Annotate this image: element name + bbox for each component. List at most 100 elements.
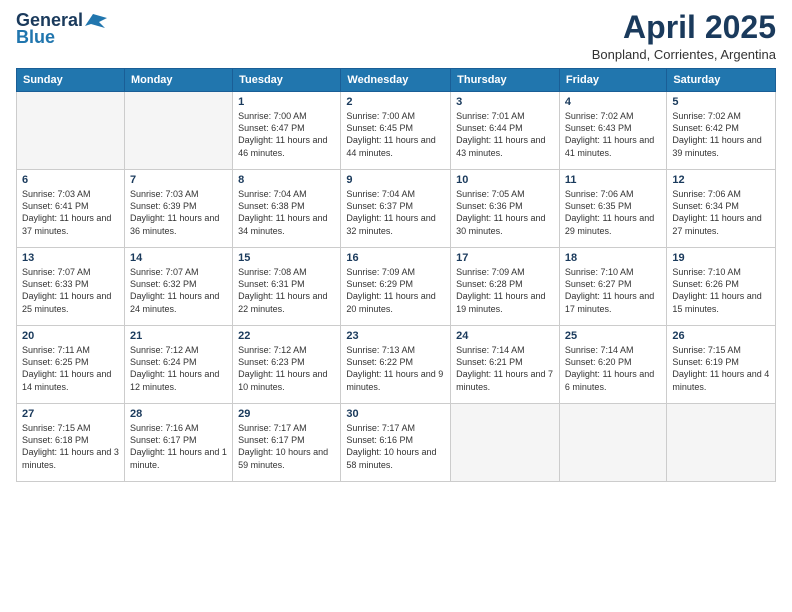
day-detail: Sunrise: 7:06 AM Sunset: 6:35 PM Dayligh…: [565, 188, 661, 237]
day-detail: Sunrise: 7:03 AM Sunset: 6:39 PM Dayligh…: [130, 188, 227, 237]
calendar-week-2: 6Sunrise: 7:03 AM Sunset: 6:41 PM Daylig…: [17, 170, 776, 248]
day-number: 7: [130, 174, 227, 186]
day-number: 11: [565, 174, 661, 186]
day-detail: Sunrise: 7:07 AM Sunset: 6:32 PM Dayligh…: [130, 266, 227, 315]
calendar-cell: 19 Sunrise: 7:10 AM Sunset: 6:26 PM Dayli…: [667, 248, 776, 326]
day-detail: Sunrise: 7:17 AM Sunset: 6:16 PM Dayligh…: [346, 422, 445, 471]
weekday-header-friday: Friday: [559, 69, 666, 92]
calendar-cell: [559, 404, 666, 482]
calendar-cell: [667, 404, 776, 482]
day-detail: Sunrise: 7:02 AM Sunset: 6:43 PM Dayligh…: [565, 110, 661, 159]
calendar-cell: 9Sunrise: 7:04 AM Sunset: 6:37 PM Daylig…: [341, 170, 451, 248]
weekday-header-row: SundayMondayTuesdayWednesdayThursdayFrid…: [17, 69, 776, 92]
day-number: 26: [672, 330, 770, 342]
calendar-cell: 25 Sunrise: 7:14 AM Sunset: 6:20 PM Dayli…: [559, 326, 666, 404]
day-number: 18: [565, 252, 661, 264]
calendar-cell: 24 Sunrise: 7:14 AM Sunset: 6:21 PM Dayli…: [451, 326, 560, 404]
day-detail: Sunrise: 7:11 AM Sunset: 6:25 PM Dayligh…: [22, 344, 119, 393]
header: General Blue April 2025 Bonpland, Corrie…: [16, 10, 776, 62]
day-detail: Sunrise: 7:12 AM Sunset: 6:23 PM Dayligh…: [238, 344, 335, 393]
day-number: 29: [238, 408, 335, 420]
day-detail: Sunrise: 7:14 AM Sunset: 6:20 PM Dayligh…: [565, 344, 661, 393]
day-detail: Sunrise: 7:00 AM Sunset: 6:47 PM Dayligh…: [238, 110, 335, 159]
day-number: 28: [130, 408, 227, 420]
calendar-cell: 30Sunrise: 7:17 AM Sunset: 6:16 PM Dayli…: [341, 404, 451, 482]
calendar-week-4: 20 Sunrise: 7:11 AM Sunset: 6:25 PM Dayli…: [17, 326, 776, 404]
day-detail: Sunrise: 7:14 AM Sunset: 6:21 PM Dayligh…: [456, 344, 554, 393]
logo-blue: Blue: [16, 27, 107, 48]
calendar-cell: 18 Sunrise: 7:10 AM Sunset: 6:27 PM Dayli…: [559, 248, 666, 326]
calendar-cell: 20 Sunrise: 7:11 AM Sunset: 6:25 PM Dayli…: [17, 326, 125, 404]
logo-name: General Blue: [16, 10, 107, 48]
calendar-cell: 8 Sunrise: 7:04 AM Sunset: 6:38 PM Daylig…: [233, 170, 341, 248]
day-detail: Sunrise: 7:15 AM Sunset: 6:19 PM Dayligh…: [672, 344, 770, 393]
day-detail: Sunrise: 7:00 AM Sunset: 6:45 PM Dayligh…: [346, 110, 445, 159]
weekday-header-thursday: Thursday: [451, 69, 560, 92]
day-number: 5: [672, 96, 770, 108]
day-number: 8: [238, 174, 335, 186]
calendar-cell: 14Sunrise: 7:07 AM Sunset: 6:32 PM Dayli…: [124, 248, 232, 326]
calendar-cell: 22 Sunrise: 7:12 AM Sunset: 6:23 PM Dayli…: [233, 326, 341, 404]
day-detail: Sunrise: 7:06 AM Sunset: 6:34 PM Dayligh…: [672, 188, 770, 237]
weekday-header-tuesday: Tuesday: [233, 69, 341, 92]
calendar-cell: 21 Sunrise: 7:12 AM Sunset: 6:24 PM Dayli…: [124, 326, 232, 404]
day-detail: Sunrise: 7:08 AM Sunset: 6:31 PM Dayligh…: [238, 266, 335, 315]
calendar-cell: [451, 404, 560, 482]
calendar-week-5: 27 Sunrise: 7:15 AM Sunset: 6:18 PM Dayli…: [17, 404, 776, 482]
calendar-cell: 16 Sunrise: 7:09 AM Sunset: 6:29 PM Dayli…: [341, 248, 451, 326]
calendar-cell: 23Sunrise: 7:13 AM Sunset: 6:22 PM Dayli…: [341, 326, 451, 404]
day-number: 24: [456, 330, 554, 342]
calendar-cell: 2 Sunrise: 7:00 AM Sunset: 6:45 PM Daylig…: [341, 92, 451, 170]
day-detail: Sunrise: 7:09 AM Sunset: 6:29 PM Dayligh…: [346, 266, 445, 315]
page-container: General Blue April 2025 Bonpland, Corrie…: [0, 0, 792, 490]
day-number: 22: [238, 330, 335, 342]
location-title: Bonpland, Corrientes, Argentina: [592, 47, 776, 62]
day-number: 21: [130, 330, 227, 342]
day-number: 13: [22, 252, 119, 264]
day-number: 16: [346, 252, 445, 264]
day-number: 25: [565, 330, 661, 342]
day-detail: Sunrise: 7:10 AM Sunset: 6:27 PM Dayligh…: [565, 266, 661, 315]
day-detail: Sunrise: 7:10 AM Sunset: 6:26 PM Dayligh…: [672, 266, 770, 315]
calendar-cell: 5Sunrise: 7:02 AM Sunset: 6:42 PM Daylig…: [667, 92, 776, 170]
day-number: 2: [346, 96, 445, 108]
day-number: 12: [672, 174, 770, 186]
day-number: 4: [565, 96, 661, 108]
logo: General Blue: [16, 10, 107, 48]
calendar-cell: 6Sunrise: 7:03 AM Sunset: 6:41 PM Daylig…: [17, 170, 125, 248]
day-number: 19: [672, 252, 770, 264]
calendar-cell: 1 Sunrise: 7:00 AM Sunset: 6:47 PM Daylig…: [233, 92, 341, 170]
calendar-cell: [124, 92, 232, 170]
day-detail: Sunrise: 7:12 AM Sunset: 6:24 PM Dayligh…: [130, 344, 227, 393]
calendar-week-3: 13Sunrise: 7:07 AM Sunset: 6:33 PM Dayli…: [17, 248, 776, 326]
calendar-cell: 3Sunrise: 7:01 AM Sunset: 6:44 PM Daylig…: [451, 92, 560, 170]
calendar-cell: 15 Sunrise: 7:08 AM Sunset: 6:31 PM Dayli…: [233, 248, 341, 326]
weekday-header-sunday: Sunday: [17, 69, 125, 92]
weekday-header-saturday: Saturday: [667, 69, 776, 92]
calendar-cell: 26 Sunrise: 7:15 AM Sunset: 6:19 PM Dayli…: [667, 326, 776, 404]
day-detail: Sunrise: 7:09 AM Sunset: 6:28 PM Dayligh…: [456, 266, 554, 315]
calendar-cell: 17 Sunrise: 7:09 AM Sunset: 6:28 PM Dayli…: [451, 248, 560, 326]
calendar-cell: 4 Sunrise: 7:02 AM Sunset: 6:43 PM Daylig…: [559, 92, 666, 170]
day-detail: Sunrise: 7:05 AM Sunset: 6:36 PM Dayligh…: [456, 188, 554, 237]
day-detail: Sunrise: 7:13 AM Sunset: 6:22 PM Dayligh…: [346, 344, 445, 393]
calendar-cell: 12 Sunrise: 7:06 AM Sunset: 6:34 PM Dayli…: [667, 170, 776, 248]
weekday-header-monday: Monday: [124, 69, 232, 92]
calendar-cell: 29Sunrise: 7:17 AM Sunset: 6:17 PM Dayli…: [233, 404, 341, 482]
day-number: 27: [22, 408, 119, 420]
month-title: April 2025: [592, 10, 776, 45]
calendar-cell: 11 Sunrise: 7:06 AM Sunset: 6:35 PM Dayli…: [559, 170, 666, 248]
day-number: 1: [238, 96, 335, 108]
day-number: 20: [22, 330, 119, 342]
weekday-header-wednesday: Wednesday: [341, 69, 451, 92]
day-detail: Sunrise: 7:04 AM Sunset: 6:38 PM Dayligh…: [238, 188, 335, 237]
calendar-cell: 28Sunrise: 7:16 AM Sunset: 6:17 PM Dayli…: [124, 404, 232, 482]
title-section: April 2025 Bonpland, Corrientes, Argenti…: [592, 10, 776, 62]
day-detail: Sunrise: 7:15 AM Sunset: 6:18 PM Dayligh…: [22, 422, 119, 471]
day-number: 15: [238, 252, 335, 264]
calendar-cell: [17, 92, 125, 170]
day-number: 17: [456, 252, 554, 264]
day-detail: Sunrise: 7:03 AM Sunset: 6:41 PM Dayligh…: [22, 188, 119, 237]
calendar-table: SundayMondayTuesdayWednesdayThursdayFrid…: [16, 68, 776, 482]
calendar-cell: 7 Sunrise: 7:03 AM Sunset: 6:39 PM Daylig…: [124, 170, 232, 248]
